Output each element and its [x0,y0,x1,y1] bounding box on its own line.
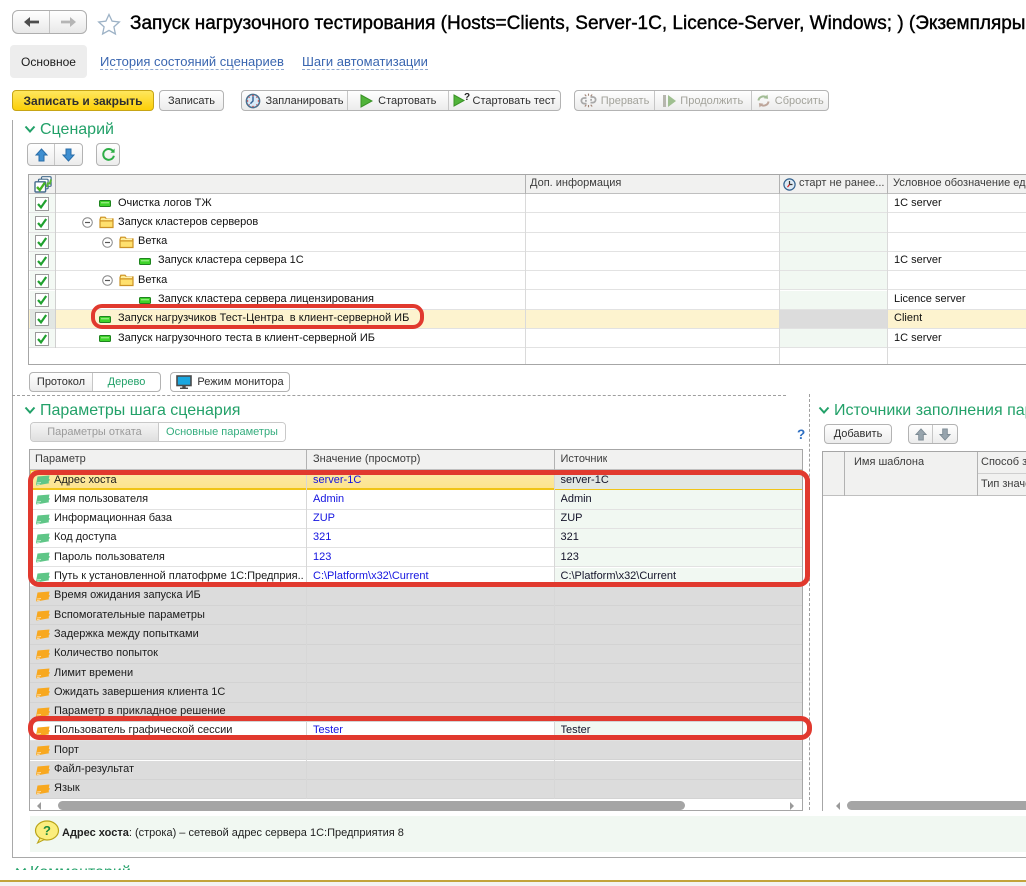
svg-text:?: ? [43,823,51,838]
svg-text:?: ? [464,93,470,103]
